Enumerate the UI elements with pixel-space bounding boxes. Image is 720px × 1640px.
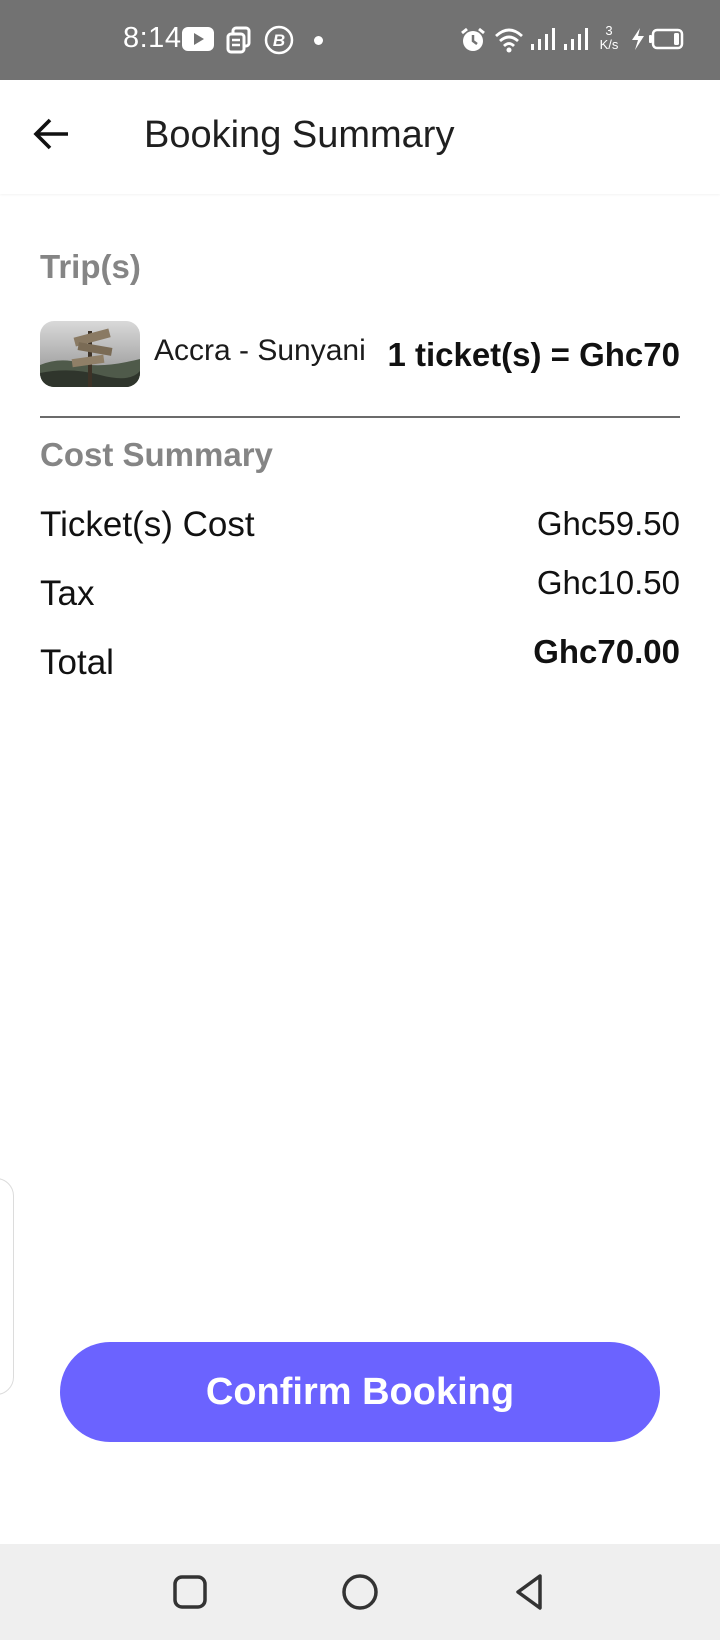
alarm-icon	[461, 27, 485, 51]
net-speed: 3 K/s	[596, 24, 622, 52]
wifi-icon	[495, 28, 523, 53]
svg-text:B: B	[273, 31, 285, 50]
system-nav-bar	[0, 1544, 720, 1640]
bitcoin-icon: B	[264, 25, 294, 55]
youtube-icon	[182, 27, 214, 51]
recent-apps-icon[interactable]	[168, 1570, 212, 1614]
total-value: Ghc70.00	[533, 633, 680, 670]
status-time: 8:14	[123, 22, 182, 54]
arrow-left-icon[interactable]	[28, 110, 76, 158]
notification-dot-icon	[314, 36, 323, 45]
signal-icon	[564, 28, 588, 50]
net-speed-value: 3	[605, 23, 613, 38]
cost-summary-title: Cost Summary	[40, 436, 273, 473]
app-header: Booking Summary	[0, 80, 720, 194]
confirm-booking-button[interactable]: Confirm Booking	[60, 1342, 660, 1442]
divider	[40, 416, 680, 418]
sms-icon	[226, 26, 251, 54]
trips-section-title: Trip(s)	[40, 248, 141, 285]
home-icon[interactable]	[338, 1570, 382, 1614]
back-triangle-icon[interactable]	[508, 1570, 552, 1614]
tax-label: Tax	[40, 574, 95, 613]
side-handle[interactable]	[0, 1178, 14, 1395]
net-speed-unit: K/s	[599, 37, 619, 52]
total-label: Total	[40, 643, 114, 682]
signpost-photo	[40, 321, 140, 387]
tax-value: Ghc10.50	[536, 564, 680, 601]
trip-route: Accra - Sunyani	[154, 334, 366, 367]
battery-icon	[649, 28, 684, 50]
signal-icon	[531, 28, 555, 50]
status-bar: 8:14 B 3 K/s	[0, 0, 720, 80]
trip-thumbnail	[40, 321, 140, 387]
ticket-cost-label: Ticket(s) Cost	[40, 505, 255, 544]
trip-price: 1 ticket(s) = Ghc70	[387, 336, 680, 373]
page-title: Booking Summary	[144, 114, 455, 156]
ticket-cost-value: Ghc59.50	[536, 505, 680, 542]
charging-icon	[632, 28, 644, 50]
